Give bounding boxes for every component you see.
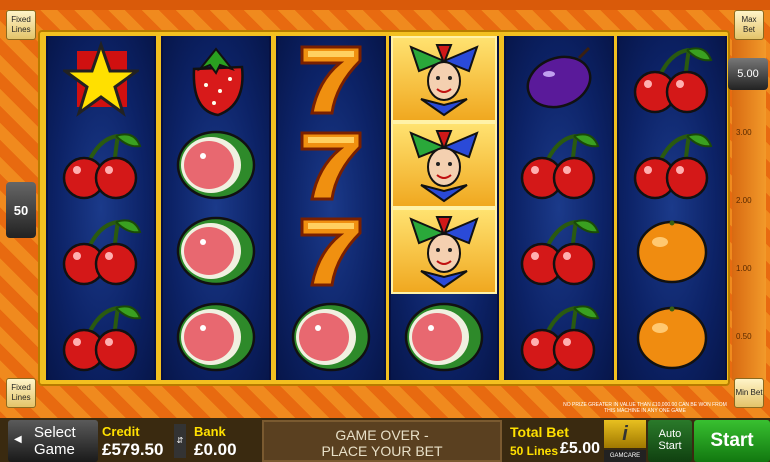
lines-count: 50 Lines [510, 444, 559, 458]
lines-selector[interactable]: 50 [6, 182, 36, 238]
scale-tick-1: 1.00 [736, 264, 752, 273]
plum-icon [506, 36, 612, 122]
cherry-icon [506, 122, 612, 208]
transfer-icon[interactable]: ⇵ [174, 424, 186, 458]
joker-icon [391, 122, 497, 208]
total-bet-value: £5.00 [560, 440, 601, 457]
strawberry-icon [163, 36, 269, 122]
cherry-icon [506, 208, 612, 294]
scale-tick-3: 3.00 [736, 128, 752, 137]
cherry-icon [48, 208, 154, 294]
top-strip [0, 0, 770, 10]
info-button[interactable]: i [604, 420, 646, 448]
joker-icon [391, 208, 497, 294]
credit-label: Credit [102, 424, 140, 439]
orange-icon [619, 294, 725, 380]
reel-1 [46, 36, 156, 380]
fixed-lines-button-bottom[interactable]: Fixed Lines [6, 378, 36, 408]
scale-tick-2: 2.00 [736, 196, 752, 205]
cherry-icon [619, 122, 725, 208]
select-game-label: Select Game [34, 424, 76, 458]
melon-icon [278, 294, 384, 380]
reel-6 [617, 36, 727, 380]
bet-slider-handle[interactable]: 5.00 [728, 58, 768, 90]
credit-value: £579.50 [102, 440, 164, 459]
melon-icon [163, 122, 269, 208]
seven-icon [278, 208, 384, 294]
select-game-button[interactable]: ◀ Select Game [8, 420, 98, 462]
reel-3 [276, 36, 386, 380]
reel-2 [161, 36, 271, 380]
cherry-icon [48, 122, 154, 208]
cherry-icon [506, 294, 612, 380]
fixed-lines-button-top[interactable]: Fixed Lines [6, 10, 36, 40]
start-button[interactable]: Start [694, 420, 770, 462]
seven-icon [278, 122, 384, 208]
min-bet-button[interactable]: Min Bet [734, 378, 764, 408]
game-message: GAME OVER - PLACE YOUR BET [262, 420, 502, 462]
cherry-icon [48, 294, 154, 380]
total-bet-label: Total Bet [510, 424, 569, 440]
melon-icon [163, 294, 269, 380]
scale-tick-05: 0.50 [736, 332, 752, 341]
message-line-2: PLACE YOUR BET [321, 443, 443, 459]
cherry-icon [619, 36, 725, 122]
auto-start-button[interactable]: Auto Start [648, 420, 692, 462]
melon-icon [163, 208, 269, 294]
bank-label: Bank [194, 424, 226, 439]
reel-4 [389, 36, 499, 380]
star-icon [48, 36, 154, 122]
joker-icon [391, 36, 497, 122]
prize-disclaimer: NO PRIZE GREATER IN VALUE THAN £10,000.0… [563, 402, 727, 414]
seven-icon [278, 36, 384, 122]
melon-icon [391, 294, 497, 380]
bank-value: £0.00 [194, 440, 237, 459]
message-line-1: GAME OVER - [335, 427, 429, 443]
orange-icon [619, 208, 725, 294]
max-bet-button[interactable]: Max Bet [734, 10, 764, 40]
reel-5 [504, 36, 614, 380]
bet-scale[interactable] [732, 40, 766, 380]
left-arrow-icon: ◀ [14, 434, 22, 445]
gamcare-logo[interactable]: GAMCARE [604, 450, 646, 462]
